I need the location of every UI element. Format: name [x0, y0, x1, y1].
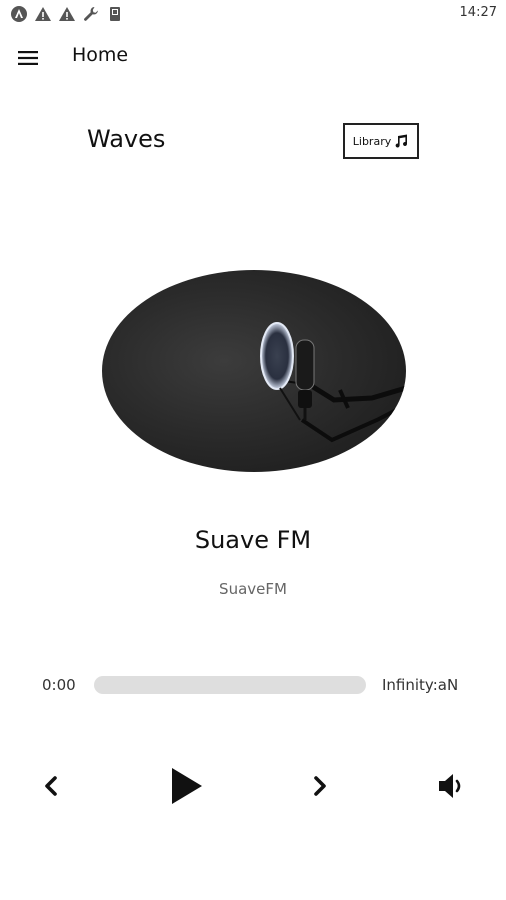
storage-icon — [110, 7, 120, 21]
volume-button[interactable] — [434, 770, 470, 802]
status-icons — [10, 5, 124, 23]
track-title: Suave FM — [194, 526, 312, 554]
warning-icon — [35, 7, 51, 21]
previous-icon — [45, 776, 57, 796]
next-icon — [314, 776, 326, 796]
library-label: Library — [352, 134, 392, 148]
volume-icon — [439, 774, 461, 798]
total-time: Infinity:aN — [382, 676, 459, 694]
status-time: 14:27 — [459, 5, 497, 20]
music-note-icon — [395, 134, 408, 148]
app-bar: Home — [0, 30, 506, 84]
warning-icon — [59, 7, 75, 21]
app-title: Home — [72, 44, 129, 66]
previous-button[interactable] — [38, 770, 66, 802]
hamburger-menu-icon — [18, 51, 38, 65]
wrench-icon — [84, 7, 98, 21]
play-icon — [172, 768, 202, 804]
play-button[interactable] — [164, 764, 208, 808]
library-button[interactable]: Library — [343, 123, 419, 159]
app-notification-icon — [11, 6, 27, 22]
microphone-artwork — [260, 322, 406, 443]
next-button[interactable] — [305, 770, 333, 802]
menu-button[interactable] — [14, 44, 42, 72]
album-artwork — [102, 270, 406, 472]
track-artist: SuaveFM — [219, 580, 287, 598]
current-time: 0:00 — [42, 676, 76, 694]
progress-bar[interactable] — [94, 676, 366, 694]
status-bar: 14:27 — [0, 0, 506, 28]
brand-title: Waves — [87, 125, 166, 153]
